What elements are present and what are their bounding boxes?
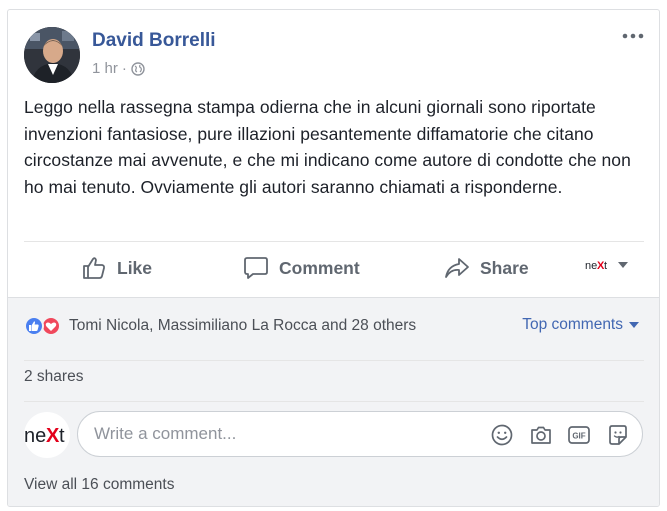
caret-down-icon bbox=[629, 322, 639, 328]
reaction-names[interactable]: Tomi Nicola, Massimiliano La Rocca and 2… bbox=[69, 317, 416, 335]
svg-text:GIF: GIF bbox=[572, 432, 585, 441]
next-logo-icon: ne X t bbox=[585, 260, 607, 272]
share-button[interactable]: Share bbox=[444, 248, 529, 288]
share-icon bbox=[445, 258, 469, 278]
chevron-down-icon bbox=[618, 262, 628, 268]
divider bbox=[24, 401, 644, 402]
comment-box: GIF bbox=[77, 411, 643, 457]
post-meta: 1 hr · bbox=[92, 60, 145, 77]
meta-separator: · bbox=[121, 60, 127, 77]
svg-text:t: t bbox=[604, 260, 607, 272]
emoji-icon[interactable] bbox=[490, 423, 514, 447]
shares-count[interactable]: 2 shares bbox=[24, 368, 83, 386]
author-name[interactable]: David Borrelli bbox=[92, 30, 216, 52]
globe-icon[interactable] bbox=[131, 61, 145, 76]
thumbs-up-icon bbox=[83, 257, 105, 279]
more-options-icon[interactable] bbox=[621, 28, 645, 44]
svg-text:t: t bbox=[59, 425, 65, 446]
like-button[interactable]: Like bbox=[81, 248, 152, 288]
comment-label: Comment bbox=[279, 257, 360, 278]
commenter-avatar: ne X t bbox=[24, 412, 70, 458]
divider bbox=[24, 241, 644, 242]
gif-icon[interactable]: GIF bbox=[567, 423, 591, 447]
top-comments-dropdown[interactable]: Top comments bbox=[522, 316, 639, 334]
love-reaction-icon bbox=[41, 316, 61, 336]
next-logo: ne X t bbox=[24, 425, 65, 446]
top-comments-label: Top comments bbox=[522, 316, 623, 333]
divider bbox=[24, 360, 644, 361]
view-all-comments-link[interactable]: View all 16 comments bbox=[24, 476, 174, 494]
camera-icon[interactable] bbox=[529, 423, 553, 447]
post-text: Leggo nella rassegna stampa odierna che … bbox=[24, 97, 631, 197]
share-label: Share bbox=[480, 257, 529, 278]
comment-input[interactable] bbox=[94, 422, 474, 446]
svg-text:X: X bbox=[46, 425, 60, 446]
post-card: David Borrelli 1 hr · Leggo nella rasseg… bbox=[7, 9, 660, 507]
reactions-summary[interactable]: Tomi Nicola, Massimiliano La Rocca and 2… bbox=[24, 315, 416, 337]
like-label: Like bbox=[117, 257, 153, 278]
sticker-icon[interactable] bbox=[606, 423, 630, 447]
comment-button[interactable]: Comment bbox=[243, 248, 360, 288]
svg-text:ne: ne bbox=[585, 260, 597, 272]
page-selector[interactable]: ne X t bbox=[585, 258, 629, 272]
comments-section: Tomi Nicola, Massimiliano La Rocca and 2… bbox=[8, 297, 659, 506]
svg-text:ne: ne bbox=[24, 425, 46, 446]
like-reaction-icon bbox=[24, 316, 44, 336]
author-avatar[interactable] bbox=[24, 27, 80, 83]
comment-icon bbox=[244, 257, 268, 279]
post-time[interactable]: 1 hr bbox=[92, 60, 118, 77]
